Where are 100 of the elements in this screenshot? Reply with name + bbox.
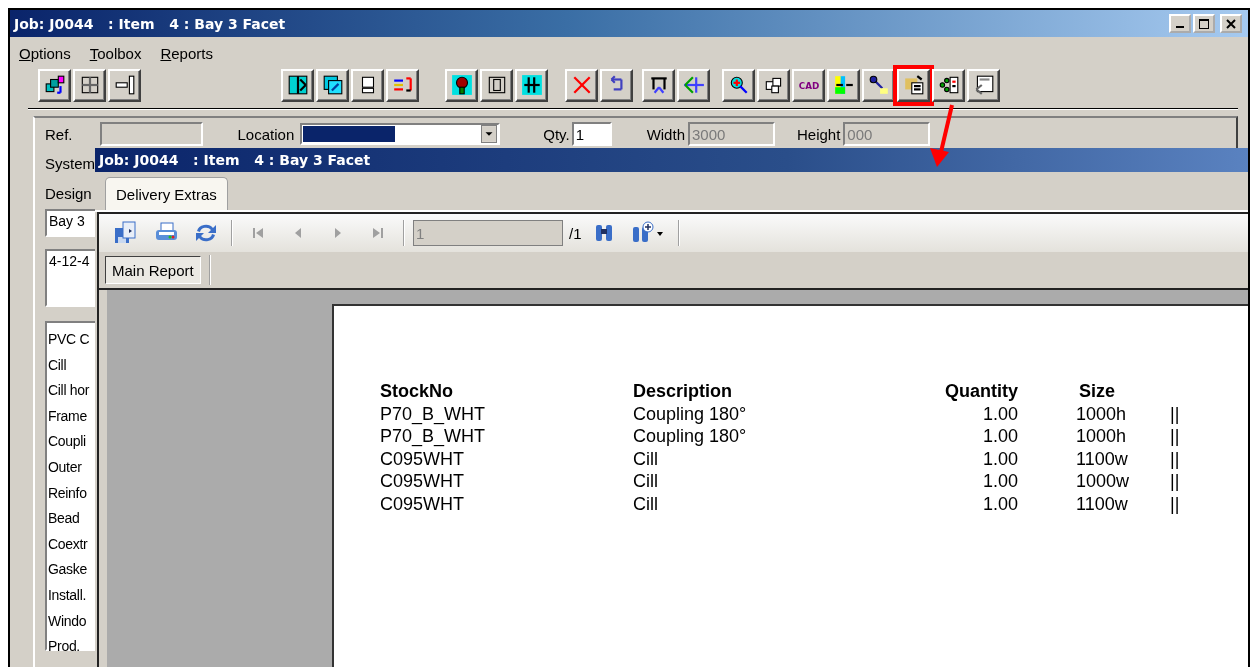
column-header: Size xyxy=(1078,381,1117,403)
list-item[interactable]: Windo xyxy=(48,608,95,635)
flower-icon xyxy=(450,74,473,96)
ref-field[interactable] xyxy=(99,122,203,146)
close-button[interactable] xyxy=(1220,14,1242,33)
toolbar-button[interactable] xyxy=(480,68,513,102)
dots-list-icon xyxy=(937,74,960,96)
toolbar-button[interactable] xyxy=(642,68,675,102)
toolbar-button[interactable] xyxy=(108,68,141,102)
toolbar-button[interactable] xyxy=(932,68,965,102)
menu-item[interactable]: Toolbox xyxy=(89,44,142,62)
notes-field[interactable]: 4-12-4 xyxy=(45,249,97,307)
table-cell-text: 1000h xyxy=(1075,403,1128,426)
toolbar-button[interactable] xyxy=(600,68,633,102)
mullions-icon xyxy=(520,74,543,96)
floppy-icon xyxy=(113,220,139,246)
qty-field[interactable]: 1 xyxy=(571,122,612,146)
list-item[interactable]: Cill xyxy=(48,352,95,379)
minimize-button[interactable] xyxy=(1169,14,1191,33)
list-item[interactable]: Frame xyxy=(48,403,95,430)
menu-item[interactable]: Options xyxy=(19,44,71,62)
shapes-icon xyxy=(43,74,66,96)
list-item[interactable]: Coextr xyxy=(48,531,95,558)
toolbar-button[interactable] xyxy=(316,68,349,102)
table-cell-text: Cill xyxy=(633,471,659,494)
table-cell-text: Cill xyxy=(633,448,659,471)
ref-label: Ref. xyxy=(45,125,73,143)
list-item[interactable]: Reinfo xyxy=(48,480,95,507)
annotation-arrow xyxy=(927,104,955,168)
list-item[interactable]: Outer xyxy=(48,454,95,481)
field-label: System xyxy=(45,154,96,174)
arrow-line-icon xyxy=(682,74,705,96)
minimize-icon xyxy=(1176,26,1184,28)
design-field[interactable]: Bay 3 xyxy=(45,209,97,237)
table-cell-text: || xyxy=(1169,426,1181,449)
toolbar-button[interactable] xyxy=(38,68,71,102)
window-title: Job: J0044 : Item 4 : Bay 3 Facet xyxy=(99,152,371,168)
list-item[interactable]: Prod. xyxy=(48,634,95,660)
column-header: Description xyxy=(633,381,734,403)
table-cell-text: C095WHT xyxy=(380,493,465,516)
toolbar-button[interactable] xyxy=(515,68,548,102)
table-cell-text: Cill xyxy=(633,493,659,516)
width-label: Width xyxy=(646,125,685,143)
field-label: Design xyxy=(45,184,93,204)
toolbar-button[interactable]: CAD xyxy=(792,68,825,102)
list-item[interactable]: Bead xyxy=(48,506,95,532)
toolbar-button[interactable] xyxy=(445,68,478,102)
list-item[interactable]: Coupli xyxy=(48,429,95,455)
report-tab[interactable]: Main Report xyxy=(105,256,201,284)
list-item[interactable]: Install. xyxy=(48,582,95,609)
split-icon xyxy=(832,74,855,96)
toolbar-button[interactable] xyxy=(565,68,598,102)
table-cell-text: Coupling 180° xyxy=(633,426,748,449)
height-label: Height xyxy=(796,125,841,143)
toolbar-button[interactable] xyxy=(677,68,710,102)
table-cell-text: || xyxy=(1169,493,1181,516)
toolbar-button[interactable] xyxy=(827,68,860,102)
location-dropdown[interactable] xyxy=(300,123,501,145)
window-title: Job: J0044 : Item 4 : Bay 3 Facet xyxy=(14,15,286,32)
toolbar-button[interactable] xyxy=(862,68,895,102)
table-cell-text: P70_B_WHT xyxy=(380,426,487,449)
menu-item[interactable]: Reports xyxy=(160,44,213,62)
page-count: /1 xyxy=(569,224,582,242)
list-item[interactable]: Cill hor xyxy=(48,378,95,404)
table-cell-text: C095WHT xyxy=(380,448,465,471)
table-cell-text: Coupling 180° xyxy=(633,403,748,426)
table-cell-text: || xyxy=(1169,448,1181,471)
folder-list-icon xyxy=(902,74,925,96)
toolbar-button[interactable] xyxy=(967,68,1000,102)
toolbar-button[interactable] xyxy=(351,68,384,102)
toolbar-button[interactable] xyxy=(722,68,755,102)
column-header: StockNo xyxy=(380,381,454,403)
toolbar-button[interactable] xyxy=(73,68,106,102)
close-icon xyxy=(1225,17,1237,30)
maximize-icon xyxy=(1198,17,1210,30)
table-cell-text: 1.00 xyxy=(981,403,1018,426)
table-cell-text: 1100w xyxy=(1075,493,1129,516)
toolbar-button[interactable] xyxy=(757,68,790,102)
table-cell-text: 1000h xyxy=(1075,426,1128,449)
table-cell-text: 1.00 xyxy=(981,426,1018,449)
caret-icon[interactable] xyxy=(481,125,498,143)
flashlight-icon xyxy=(867,74,890,96)
table-cell-text: 1.00 xyxy=(981,493,1018,516)
table-cell-text: 1000w xyxy=(1075,471,1131,494)
list-item[interactable]: Gaske xyxy=(48,557,95,583)
table-cell-text: || xyxy=(1169,471,1181,494)
cad-icon: CAD xyxy=(797,74,820,96)
toolbar-button[interactable] xyxy=(281,68,314,102)
tab[interactable]: Delivery Extras xyxy=(105,177,228,210)
maximize-button[interactable] xyxy=(1193,14,1215,33)
panes-icon xyxy=(321,74,344,96)
table-cell-text: 1.00 xyxy=(981,448,1018,471)
column-header: Quantity xyxy=(944,381,1018,403)
frame-split-icon xyxy=(286,74,309,96)
toolbar-button[interactable] xyxy=(386,68,419,102)
qty-label: Qty. xyxy=(543,125,570,143)
bar-line-icon xyxy=(113,74,136,96)
location-label: Location xyxy=(237,125,295,143)
table-cell-text: P70_B_WHT xyxy=(380,403,487,427)
list-item[interactable]: PVC C xyxy=(48,327,95,353)
